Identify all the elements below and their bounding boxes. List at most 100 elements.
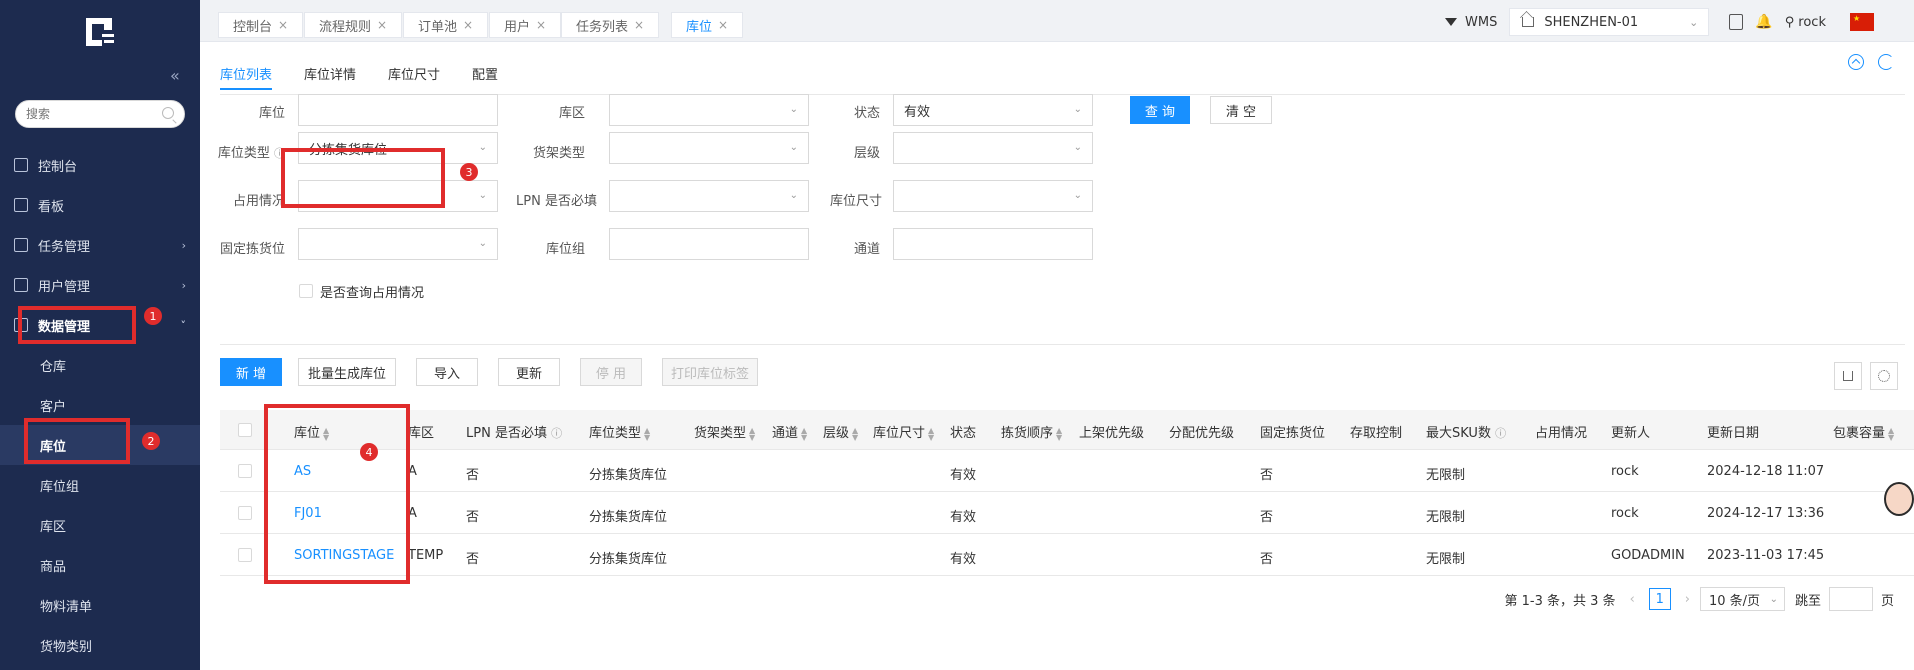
location-group-input[interactable] — [609, 228, 809, 260]
bell-icon[interactable]: 🔔 — [1755, 14, 1772, 30]
sidebar-item-label: 任务管理 — [38, 239, 91, 255]
sidebar-item-dashboard[interactable]: 控制台 — [0, 145, 200, 185]
close-icon[interactable]: × — [377, 18, 387, 32]
tab-location-list[interactable]: 库位列表 — [220, 64, 273, 90]
app-switcher[interactable]: WMS — [1445, 15, 1497, 30]
status-cell: 有效 — [950, 552, 977, 567]
disable-button[interactable]: 停 用 — [580, 358, 642, 386]
column-label: 更新人 — [1611, 426, 1651, 441]
close-icon[interactable]: × — [536, 18, 546, 32]
chevron-down-icon: ⌄ — [1073, 142, 1082, 153]
tab-location[interactable]: 库位 × — [671, 12, 744, 38]
collapse-sidebar-icon[interactable]: « — [170, 66, 180, 85]
zone-select[interactable]: ⌄ — [609, 94, 809, 126]
sidebar-subitem-location-group[interactable]: 库位组 — [0, 465, 200, 505]
row-checkbox[interactable] — [238, 548, 252, 562]
assistant-avatar[interactable] — [1884, 482, 1914, 516]
jump-input[interactable] — [1828, 587, 1873, 611]
tab-label: 控制台 — [233, 19, 273, 35]
column-label: 拣货顺序 — [1001, 426, 1054, 441]
tab-order-pool[interactable]: 订单池 × — [403, 12, 489, 38]
table-row[interactable]: AS A 否 分拣集货库位 有效 否 无限制 rock 2024-12-18 1… — [220, 450, 1914, 492]
column-label: 最大SKU数 — [1426, 426, 1491, 441]
sidebar-subitem-bom[interactable]: 物料清单 — [0, 585, 200, 625]
row-checkbox[interactable] — [238, 506, 252, 520]
tab-dashboard[interactable]: 控制台 × — [218, 12, 304, 38]
chevron-down-icon: ⌄ — [789, 104, 798, 115]
tab-location-size[interactable]: 库位尺寸 — [388, 64, 440, 90]
sidebar-subitem-product[interactable]: 商品 — [0, 545, 200, 585]
search-input[interactable] — [26, 101, 166, 127]
tab-location-detail[interactable]: 库位详情 — [304, 64, 356, 90]
user-menu[interactable]: ⚲ rock — [1785, 15, 1826, 30]
column-zone[interactable]: 库区 — [408, 422, 434, 441]
column-label: 更新日期 — [1707, 426, 1760, 441]
page-number[interactable]: 1 — [1648, 588, 1671, 610]
updater-cell: rock — [1611, 464, 1639, 479]
sidebar-subitem-label: 商品 — [40, 559, 67, 575]
column-label: 货架类型 — [694, 426, 747, 441]
column-size[interactable]: 库位尺寸 ▲ ▼ — [873, 422, 934, 441]
sidebar-search[interactable] — [15, 100, 185, 128]
close-icon[interactable]: × — [278, 18, 288, 32]
lpn-required-select[interactable]: ⌄ — [609, 180, 809, 212]
column-pick-order[interactable]: 拣货顺序 ▲ ▼ — [1001, 422, 1062, 441]
tab-workflow-rules[interactable]: 流程规则 × — [304, 12, 403, 38]
column-label: LPN 是否必填 — [466, 426, 547, 441]
close-icon[interactable]: × — [634, 18, 644, 32]
table-row[interactable]: FJ01 A 否 分拣集货库位 有效 否 无限制 rock 2024-12-17… — [220, 492, 1914, 534]
status-select[interactable]: 有效 ⌄ — [893, 94, 1093, 126]
aisle-input[interactable] — [893, 228, 1093, 260]
next-page-icon[interactable]: › — [1685, 592, 1690, 607]
annotation-box-data-management — [18, 306, 136, 344]
clear-button[interactable]: 清 空 — [1210, 96, 1272, 124]
fixed-pick-label: 固定拣货位 — [219, 242, 285, 257]
level-select[interactable]: ⌄ — [893, 132, 1093, 164]
close-icon[interactable]: × — [718, 18, 728, 32]
fixed-pick-select[interactable]: ⌄ — [298, 228, 498, 260]
sidebar-subitem-zone[interactable]: 库区 — [0, 505, 200, 545]
column-type[interactable]: 库位类型 ▲ ▼ — [589, 422, 650, 441]
tab-task-list[interactable]: 任务列表 × — [561, 12, 660, 38]
fixed-cell: 否 — [1260, 468, 1274, 483]
shelf-type-select[interactable]: ⌄ — [609, 132, 809, 164]
app-window: « 控制台 看板 任务管理 › 用户管理 › — [0, 0, 1914, 670]
import-button[interactable]: 导入 — [416, 358, 478, 386]
settings-button[interactable] — [1870, 362, 1898, 390]
sidebar-item-kanban[interactable]: 看板 — [0, 185, 200, 225]
query-occupancy-checkbox[interactable] — [299, 284, 313, 298]
batch-create-button[interactable]: 批量生成库位 — [298, 358, 396, 386]
column-package-capacity[interactable]: 包裹容量 ▲ ▼ — [1833, 422, 1894, 441]
page-size-select[interactable]: 10 条/页 ⌄ — [1699, 587, 1785, 611]
warehouse-select[interactable]: SHENZHEN-01 ⌄ — [1509, 8, 1710, 36]
close-icon[interactable]: × — [463, 18, 473, 32]
clipboard-icon[interactable] — [1729, 14, 1744, 30]
row-checkbox[interactable] — [238, 464, 252, 478]
table-row[interactable]: SORTINGSTAGE TEMP 否 分拣集货库位 有效 否 无限制 GODA… — [220, 534, 1914, 576]
column-label: 通道 — [772, 426, 799, 441]
sidebar-subitem-warehouse[interactable]: 仓库 — [0, 345, 200, 385]
update-button[interactable]: 更新 — [498, 358, 560, 386]
tab-users[interactable]: 用户 × — [489, 12, 562, 38]
filter-divider — [220, 344, 1905, 345]
sidebar-item-task-management[interactable]: 任务管理 › — [0, 225, 200, 265]
sidebar-subitem-goods-category[interactable]: 货物类别 — [0, 625, 200, 665]
download-button[interactable] — [1834, 362, 1862, 390]
add-button[interactable]: 新 增 — [220, 358, 282, 386]
location-size-select[interactable]: ⌄ — [893, 180, 1093, 212]
location-type-label: 库位类型 ⓘ — [200, 142, 285, 161]
collapse-up-icon[interactable] — [1848, 54, 1864, 70]
china-flag-icon[interactable]: ★ — [1850, 13, 1874, 31]
refresh-icon[interactable] — [1878, 54, 1894, 70]
location-input[interactable] — [298, 94, 498, 126]
column-aisle[interactable]: 通道 ▲ ▼ — [772, 422, 807, 441]
tab-config[interactable]: 配置 — [472, 64, 498, 90]
prev-page-icon[interactable]: ‹ — [1630, 592, 1635, 607]
sidebar-item-user-management[interactable]: 用户管理 › — [0, 265, 200, 305]
query-button[interactable]: 查 询 — [1130, 96, 1190, 124]
select-all-checkbox[interactable] — [238, 423, 252, 437]
column-shelf[interactable]: 货架类型 ▲ ▼ — [694, 422, 755, 441]
column-level[interactable]: 层级 ▲ ▼ — [823, 422, 858, 441]
print-label-button[interactable]: 打印库位标签 — [662, 358, 758, 386]
annotation-badge: 4 — [360, 443, 378, 461]
